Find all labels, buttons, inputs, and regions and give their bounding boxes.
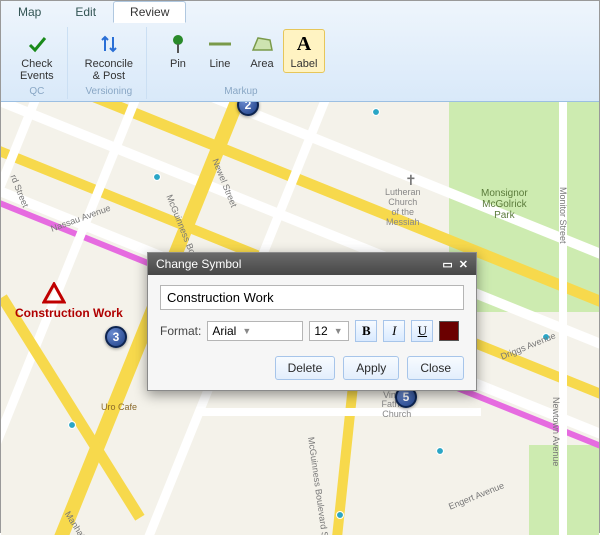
- tab-strip: Map Edit Review: [1, 1, 599, 23]
- group-versioning-title: Versioning: [85, 86, 132, 97]
- check-icon: [23, 32, 51, 56]
- markup-area-button[interactable]: Area: [241, 29, 283, 73]
- chevron-down-icon: ▼: [242, 326, 251, 336]
- tab-review-label: Review: [130, 5, 169, 19]
- tab-edit[interactable]: Edit: [58, 1, 113, 23]
- map-node: [437, 448, 443, 454]
- callout-3: 3: [105, 326, 127, 348]
- annotation-marker[interactable]: [42, 282, 66, 307]
- annotation-label[interactable]: Construction Work: [15, 306, 123, 320]
- map-node: [154, 174, 160, 180]
- road-monitor: [559, 102, 567, 535]
- dialog-titlebar[interactable]: Change Symbol ▭ ✕: [148, 253, 476, 275]
- font-value: Arial: [212, 324, 236, 338]
- delete-button[interactable]: Delete: [275, 356, 336, 380]
- close-button[interactable]: Close: [407, 356, 464, 380]
- road-label-newtown: Newtown Avenue: [551, 397, 561, 466]
- group-markup: Pin Line Area A Label Markup: [151, 27, 331, 99]
- line-icon: [206, 32, 234, 56]
- poi-park: Monsignor McGolrick Park: [481, 188, 528, 221]
- size-value: 12: [314, 324, 327, 338]
- poi-urocafe: Uro Cafe: [101, 402, 137, 412]
- tab-review[interactable]: Review: [113, 1, 186, 23]
- collapse-icon[interactable]: ▭: [442, 258, 452, 271]
- map-node: [69, 422, 75, 428]
- road-broome: [201, 408, 481, 416]
- map-canvas[interactable]: Nassau Avenue McGuinness Boulevard Newel…: [1, 102, 599, 535]
- markup-label-button[interactable]: A Label: [283, 29, 325, 73]
- ribbon: Check Events QC Reconcile & Post Version…: [1, 23, 599, 101]
- dialog-body: Format: Arial ▼ 12 ▼ B I U Delete Apply Cl…: [148, 275, 476, 390]
- markup-pin-button[interactable]: Pin: [157, 29, 199, 73]
- italic-button[interactable]: I: [383, 320, 405, 342]
- map-node: [373, 109, 379, 115]
- reconcile-label: Reconcile & Post: [85, 58, 133, 82]
- map-node: [337, 512, 343, 518]
- area-icon: [248, 32, 276, 56]
- label-text-input[interactable]: [160, 285, 464, 310]
- markup-line-label: Line: [210, 58, 231, 70]
- poi-lutheran: Lutheran Church of the Messiah: [385, 188, 421, 228]
- change-symbol-dialog: Change Symbol ▭ ✕ Format: Arial ▼ 12 ▼ B I…: [147, 252, 477, 391]
- tab-map-label: Map: [18, 5, 41, 19]
- markup-line-button[interactable]: Line: [199, 29, 241, 73]
- apply-button[interactable]: Apply: [343, 356, 399, 380]
- size-combo[interactable]: 12 ▼: [309, 321, 349, 341]
- markup-area-label: Area: [250, 58, 273, 70]
- sync-icon: [95, 32, 123, 56]
- tab-edit-label: Edit: [75, 5, 96, 19]
- close-icon[interactable]: ✕: [459, 258, 468, 271]
- group-qc: Check Events QC: [7, 27, 68, 99]
- bold-button[interactable]: B: [355, 320, 377, 342]
- chevron-down-icon: ▼: [334, 326, 343, 336]
- underline-button[interactable]: U: [411, 320, 433, 342]
- color-swatch[interactable]: [439, 321, 459, 341]
- format-row: Format: Arial ▼ 12 ▼ B I U: [160, 320, 464, 342]
- group-qc-title: QC: [29, 86, 44, 97]
- pin-icon: [164, 32, 192, 56]
- road-label-monitor: Monitor Street: [558, 187, 568, 244]
- reconcile-post-button[interactable]: Reconcile & Post: [78, 29, 140, 85]
- markup-label-label: Label: [290, 58, 317, 70]
- toolbar: Map Edit Review Check Events QC Reconcil…: [1, 1, 599, 102]
- group-markup-title: Markup: [224, 86, 257, 97]
- dialog-buttons: Delete Apply Close: [160, 356, 464, 380]
- markup-pin-label: Pin: [170, 58, 186, 70]
- check-events-label: Check Events: [20, 58, 54, 82]
- tab-map[interactable]: Map: [1, 1, 58, 23]
- triangle-icon: [42, 282, 66, 304]
- font-combo[interactable]: Arial ▼: [207, 321, 303, 341]
- label-icon: A: [290, 32, 318, 56]
- group-versioning: Reconcile & Post Versioning: [72, 27, 147, 99]
- dialog-title: Change Symbol: [156, 257, 241, 271]
- check-events-button[interactable]: Check Events: [13, 29, 61, 85]
- format-label: Format:: [160, 324, 201, 338]
